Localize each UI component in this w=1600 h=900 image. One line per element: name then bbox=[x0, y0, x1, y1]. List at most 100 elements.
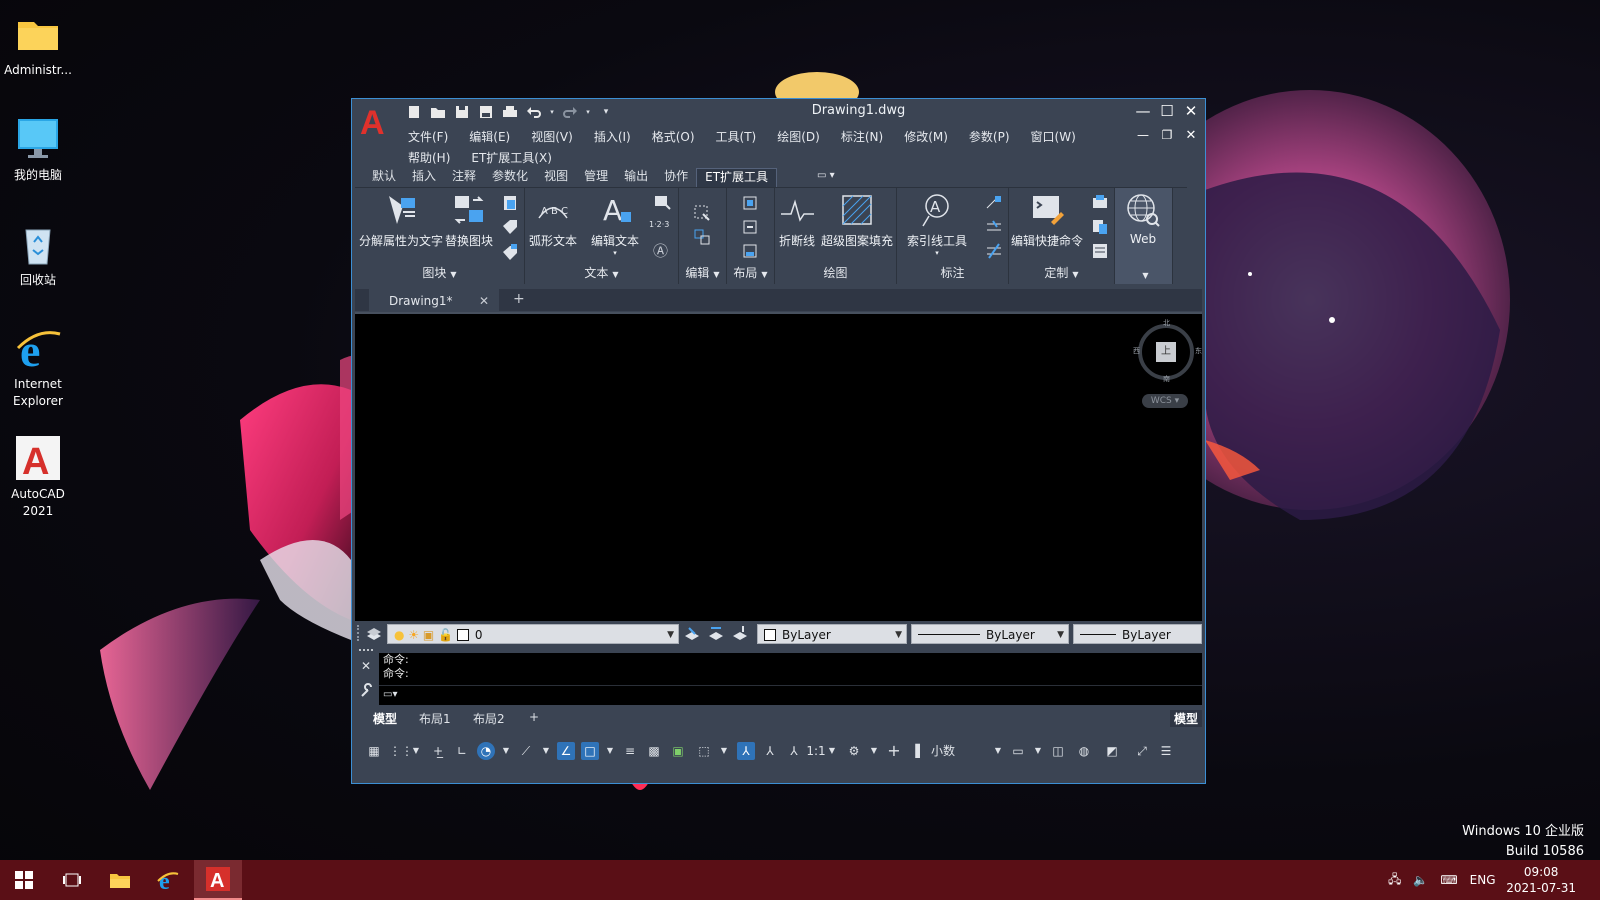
menu-item-2[interactable]: 编辑(E) bbox=[469, 128, 510, 145]
desktop-icon-internet-explorer[interactable]: e Internet Explorer bbox=[0, 324, 76, 410]
desktop-icon-autocad[interactable]: A AutoCAD 2021 bbox=[0, 434, 76, 520]
layer-properties-icon[interactable] bbox=[365, 624, 385, 644]
text-mask-icon[interactable] bbox=[653, 194, 673, 214]
make-current-layer-icon[interactable] bbox=[683, 624, 703, 644]
command-line-grip[interactable] bbox=[359, 649, 373, 653]
isodraft-icon[interactable]: ⟋ bbox=[517, 742, 535, 760]
maximize-icon[interactable]: ☐ bbox=[1155, 101, 1179, 121]
paste-block-icon[interactable] bbox=[501, 194, 521, 214]
clean-screen-icon[interactable]: ⤢ bbox=[1133, 742, 1151, 760]
taskbar-internet-explorer[interactable]: e bbox=[144, 860, 192, 900]
ribbon-tab-8[interactable]: 协作 bbox=[656, 168, 696, 187]
command-prompt-icon[interactable]: ▭▾ bbox=[383, 689, 397, 700]
transparency-icon[interactable]: ▩ bbox=[645, 742, 663, 760]
desktop-icon-my-computer[interactable]: 我的电脑 bbox=[0, 115, 76, 184]
customization-menu-icon[interactable]: ☰ bbox=[1157, 742, 1175, 760]
units-value[interactable]: 小数 bbox=[931, 742, 971, 760]
tab-model[interactable]: 模型 bbox=[373, 710, 397, 727]
viewcube-north[interactable]: 北 bbox=[1163, 318, 1170, 328]
align-space-icon[interactable] bbox=[741, 194, 761, 214]
ribbon-tab-2[interactable]: 插入 bbox=[404, 168, 444, 187]
units-icon[interactable]: ▌ bbox=[911, 742, 929, 760]
replace-block-button[interactable]: 替换图块 bbox=[445, 192, 493, 249]
move-copy-rotate-icon[interactable] bbox=[693, 228, 713, 248]
dim-edit-icon[interactable] bbox=[985, 194, 1005, 214]
panel-block-title[interactable]: 图块 ▼ bbox=[355, 264, 524, 281]
color-dropdown[interactable]: ByLayer ▼ bbox=[757, 624, 907, 644]
ribbon-tab-1[interactable]: 默认 bbox=[364, 168, 404, 187]
desktop-icon-administrator[interactable]: Administr... bbox=[0, 10, 76, 79]
menu-item-8[interactable]: 标注(N) bbox=[841, 128, 883, 145]
import-settings-icon[interactable] bbox=[1091, 218, 1111, 238]
menu-item-7[interactable]: 绘图(D) bbox=[777, 128, 820, 145]
panel-web-expand[interactable]: ▼ bbox=[1115, 267, 1172, 281]
panel-customize-title[interactable]: 定制 ▼ bbox=[1009, 264, 1114, 281]
annotation-scale-icon[interactable]: ⅄ bbox=[785, 742, 803, 760]
polar-tracking-icon[interactable]: ◔ bbox=[477, 742, 495, 760]
menu-item-6[interactable]: 工具(T) bbox=[716, 128, 757, 145]
leader-tools-button[interactable]: A 索引线工具 ▾ bbox=[907, 192, 967, 257]
units-dropdown-icon[interactable]: ▼ bbox=[989, 742, 1007, 760]
annotation-monitor-plus-icon[interactable]: + bbox=[885, 742, 903, 760]
doc-restore-icon[interactable]: ❐ bbox=[1155, 125, 1179, 145]
super-hatch-button[interactable]: 超级图案填充 bbox=[821, 192, 893, 249]
snap-dropdown-icon[interactable]: ▼ bbox=[407, 742, 425, 760]
break-line-button[interactable]: 折断线 bbox=[779, 192, 815, 249]
linetype-dropdown[interactable]: ByLayer ▼ bbox=[911, 624, 1069, 644]
close-icon[interactable]: ✕ bbox=[1179, 101, 1203, 121]
wcs-menu[interactable]: WCS ▾ bbox=[1142, 394, 1188, 408]
object-snap-dropdown-icon[interactable]: ▼ bbox=[601, 742, 619, 760]
taskbar-file-explorer[interactable] bbox=[96, 860, 144, 900]
volume-icon[interactable]: 🔈 bbox=[1413, 873, 1428, 887]
match-layer-icon[interactable] bbox=[707, 624, 727, 644]
document-tab-drawing1[interactable]: Drawing1* ✕ bbox=[369, 289, 499, 311]
layer-dropdown[interactable]: ● ☀ ▣ 🔓 0 ▼ bbox=[387, 624, 679, 644]
model-space-button[interactable]: 模型 bbox=[1169, 710, 1202, 727]
doc-close-icon[interactable]: ✕ bbox=[1179, 125, 1203, 145]
arc-text-button[interactable]: A B C 弧形文本 bbox=[529, 192, 577, 249]
block-attribute-icon[interactable] bbox=[501, 242, 521, 262]
toolbar-grip[interactable] bbox=[357, 625, 361, 641]
tab-layout1[interactable]: 布局1 bbox=[419, 710, 451, 727]
lineweight-dropdown[interactable]: ByLayer bbox=[1073, 624, 1202, 644]
viewcube-south[interactable]: 南 bbox=[1163, 374, 1170, 384]
object-snap-icon[interactable]: □ bbox=[581, 742, 599, 760]
ribbon-tab-5[interactable]: 视图 bbox=[536, 168, 576, 187]
menu-item-4[interactable]: 插入(I) bbox=[594, 128, 631, 145]
menu-item-12[interactable]: 帮助(H) bbox=[408, 149, 450, 166]
task-view-button[interactable] bbox=[48, 860, 96, 900]
edit-shortcut-button[interactable]: 编辑快捷命令 bbox=[1011, 192, 1083, 249]
drawing-canvas[interactable]: 上 北 南 东 西 WCS ▾ bbox=[355, 312, 1202, 621]
quick-properties-icon[interactable]: ▭ bbox=[1009, 742, 1027, 760]
ribbon-tab-3[interactable]: 注释 bbox=[444, 168, 484, 187]
polar-dropdown-icon[interactable]: ▼ bbox=[497, 742, 515, 760]
tab-layout2[interactable]: 布局2 bbox=[473, 710, 505, 727]
menu-item-5[interactable]: 格式(O) bbox=[652, 128, 695, 145]
add-layout-button[interactable]: + bbox=[529, 710, 539, 724]
keyboard-icon[interactable]: ⌨ bbox=[1440, 873, 1457, 887]
merge-layout-icon[interactable] bbox=[741, 218, 761, 238]
viewcube-face[interactable]: 上 bbox=[1156, 342, 1176, 362]
infer-constraints-icon[interactable]: +̲ bbox=[429, 742, 447, 760]
export-settings-icon[interactable] bbox=[1091, 194, 1111, 214]
minimize-icon[interactable]: — bbox=[1131, 101, 1155, 121]
system-variables-icon[interactable] bbox=[1091, 242, 1111, 262]
command-input[interactable]: ▭▾ bbox=[379, 685, 1202, 705]
ortho-icon[interactable]: ∟ bbox=[453, 742, 471, 760]
taskbar-autocad[interactable]: A bbox=[194, 860, 242, 900]
dim-override-icon[interactable] bbox=[985, 242, 1005, 262]
viewcube-east[interactable]: 东 bbox=[1195, 346, 1202, 356]
dim-reassociate-icon[interactable] bbox=[985, 218, 1005, 238]
isolate-objects-icon[interactable]: ◍ bbox=[1075, 742, 1093, 760]
new-tab-button[interactable]: + bbox=[513, 291, 525, 307]
ribbon-tab-6[interactable]: 管理 bbox=[576, 168, 616, 187]
tag-block-icon[interactable] bbox=[501, 218, 521, 238]
quick-properties-dropdown-icon[interactable]: ▼ bbox=[1029, 742, 1047, 760]
language-indicator[interactable]: ENG bbox=[1470, 873, 1496, 887]
menu-item-3[interactable]: 视图(V) bbox=[531, 128, 573, 145]
panel-text-title[interactable]: 文本 ▼ bbox=[525, 264, 678, 281]
ribbon-tab-7[interactable]: 输出 bbox=[616, 168, 656, 187]
snap-icon[interactable]: ⋮⋮ bbox=[389, 742, 413, 760]
annotation-monitor-icon[interactable]: ⬚ bbox=[695, 742, 713, 760]
doc-minimize-icon[interactable]: — bbox=[1131, 125, 1155, 145]
